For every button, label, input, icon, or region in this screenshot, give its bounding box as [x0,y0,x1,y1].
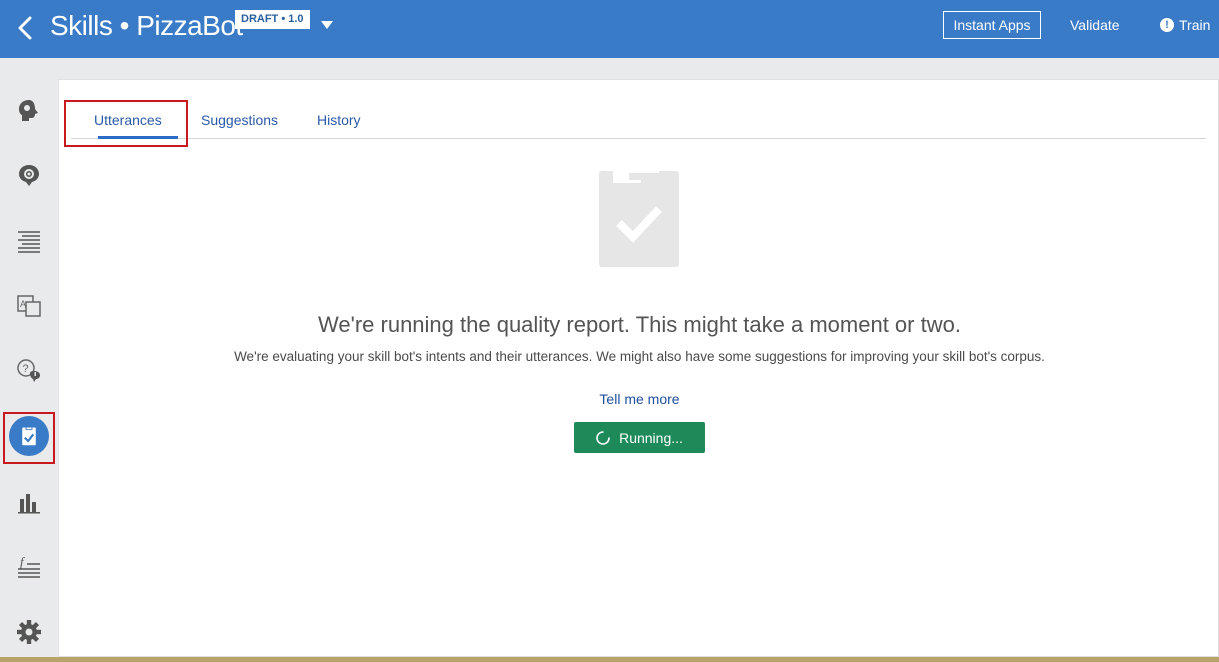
quality-icon [21,426,36,446]
svg-text:A: A [20,299,26,309]
bottom-decor-strip [0,657,1219,662]
qna-icon: ? [16,359,40,382]
tab-bar: Utterances Suggestions History [71,100,1206,139]
warning-icon: ! [1160,18,1174,32]
tell-me-more-container: Tell me more [59,391,1219,407]
tell-me-more-link[interactable]: Tell me more [599,391,679,407]
resource-bundles-icon: A [16,295,41,317]
running-button[interactable]: Running... [574,422,705,453]
sidebar-item-components[interactable]: f [0,539,57,595]
app-header: Skills • PizzaBot DRAFT • 1.0 Instant Ap… [0,0,1219,58]
svg-text:f: f [20,554,26,569]
status-description: We're evaluating your skill bot's intent… [234,349,1045,364]
quality-active-indicator [8,416,49,456]
train-label: Train [1179,17,1211,33]
validate-button[interactable]: Validate [1064,11,1126,39]
sidebar-item-settings[interactable] [0,604,57,660]
train-button[interactable]: ! Train [1156,11,1210,39]
version-dropdown-icon[interactable] [320,19,334,31]
status-headline: We're running the quality report. This m… [318,312,961,337]
tab-history[interactable]: History [317,112,361,128]
running-label: Running... [619,429,683,446]
sidebar-item-flows[interactable] [0,213,57,269]
sidebar-item-resource-bundles[interactable]: A [0,278,57,334]
sidebar-item-quality[interactable] [0,408,57,464]
sidebar-item-insights[interactable] [0,474,57,530]
active-tab-indicator [98,136,178,139]
instant-apps-button[interactable]: Instant Apps [943,11,1041,39]
flows-icon [17,231,40,253]
sidebar: A ? f [0,58,57,662]
main-panel: Utterances Suggestions History We're run… [58,79,1219,657]
insights-icon [17,494,40,514]
components-icon: f [17,554,40,578]
intents-icon [18,100,38,121]
tab-utterances[interactable]: Utterances [94,112,162,128]
sidebar-item-qna[interactable]: ? [0,343,57,399]
page-title: Skills • PizzaBot [50,10,243,41]
settings-icon [16,620,41,644]
sidebar-item-entities[interactable] [0,147,57,203]
spinner-icon [596,430,610,445]
version-badge: DRAFT • 1.0 [235,10,310,29]
entities-icon [18,165,39,186]
back-chevron-icon[interactable] [14,13,36,43]
tab-suggestions[interactable]: Suggestions [201,112,278,128]
svg-text:?: ? [22,363,28,375]
sidebar-item-intents[interactable] [0,83,57,139]
clipboard-check-icon [599,171,679,267]
